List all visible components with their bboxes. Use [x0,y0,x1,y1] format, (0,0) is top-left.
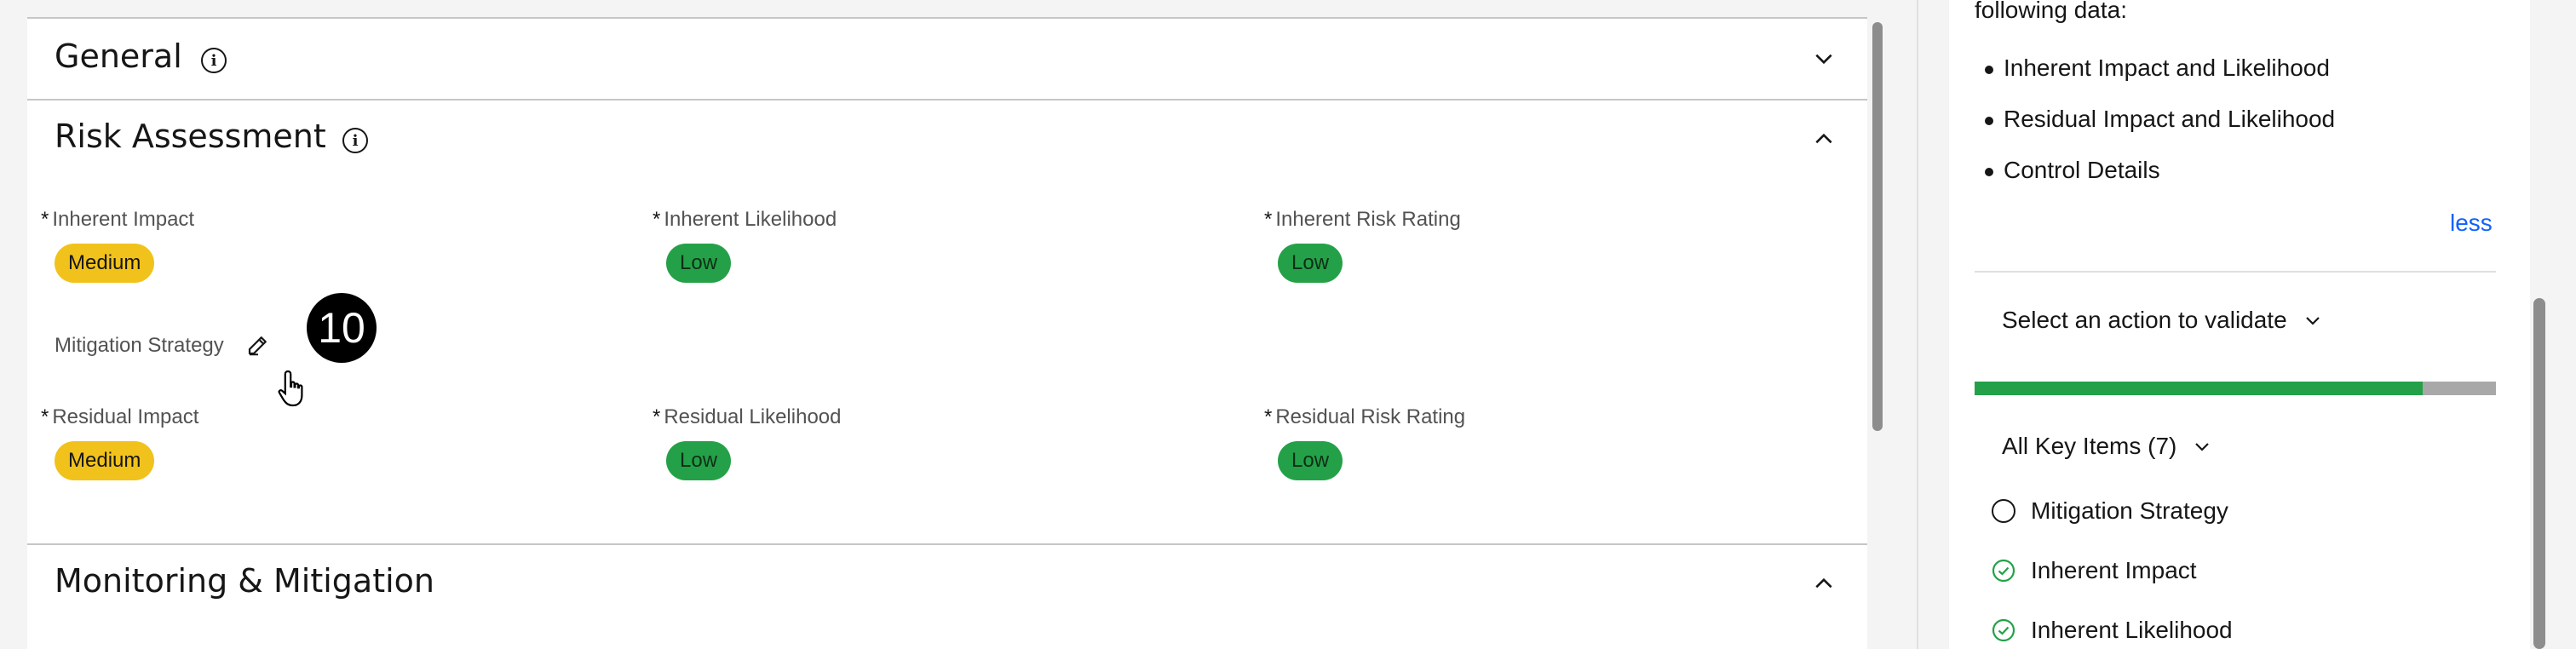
divider [1975,271,2496,273]
inherent-risk-rating-tag: Low [1278,244,1343,283]
key-item-mitigation-strategy[interactable]: Mitigation Strategy [1992,497,2228,525]
residual-likelihood-label: * Residual Likelihood [653,405,842,428]
residual-impact-label: * Residual Impact [41,405,199,428]
section-title-monitoring: Monitoring & Mitigation [55,562,434,600]
less-link[interactable]: less [2450,210,2493,237]
progress-bar [1975,382,2496,395]
residual-risk-rating-label: * Residual Risk Rating [1264,405,1466,428]
intro-text: following data: [1975,0,2128,23]
action-dropdown[interactable]: Select an action to validate [2002,307,2323,334]
residual-impact-tag: Medium [55,441,155,480]
inherent-likelihood-tag: Low [666,244,732,283]
section-general-header[interactable]: General i [27,19,1867,99]
residual-risk-rating-tag: Low [1278,441,1343,480]
key-item-label: Inherent Impact [2031,557,2197,583]
panel-scrollbar[interactable] [2530,0,2549,649]
inherent-risk-rating-label: * Inherent Risk Rating [1264,208,1461,231]
key-items-dropdown-label: All Key Items (7) [2002,433,2177,459]
section-title-general: General [55,37,182,75]
check-circle-icon [1992,559,2015,583]
chevron-up-icon[interactable] [1813,128,1835,150]
chevron-up-icon[interactable] [1813,572,1835,594]
validation-panel: following data: Inherent Impact and Like… [1949,0,2530,649]
section-title-risk: Risk Assessment [55,118,326,155]
key-items-dropdown[interactable]: All Key Items (7) [2002,433,2212,460]
check-circle-icon [1992,618,2015,642]
section-monitoring-header[interactable]: Monitoring & Mitigation [27,545,1867,625]
inherent-likelihood-label: * Inherent Likelihood [653,208,837,231]
incomplete-circle-icon [1992,499,2015,523]
action-dropdown-label: Select an action to validate [2002,307,2287,333]
progress-bar-fill [1975,382,2424,395]
main-panel: General i Risk Assessment i * Inherent Im… [27,17,1867,649]
info-icon[interactable]: i [201,48,227,73]
chevron-down-icon[interactable] [1813,48,1835,70]
chevron-down-icon [2195,443,2210,451]
bullet-item: Control Details [2004,157,2160,183]
info-icon[interactable]: i [342,128,368,153]
main-scrollbar-thumb[interactable] [1872,22,1883,431]
section-risk-header[interactable]: Risk Assessment i [27,101,1867,181]
inherent-impact-label: * Inherent Impact [41,208,195,231]
bullet-item: Residual Impact and Likelihood [2004,106,2336,132]
hand-cursor-icon [278,370,303,407]
chevron-down-icon [2305,317,2320,325]
inherent-impact-tag: Medium [55,244,155,283]
key-item-inherent-likelihood[interactable]: Inherent Likelihood [1992,617,2233,644]
key-item-label: Mitigation Strategy [2031,497,2228,524]
bullet-item: Inherent Impact and Likelihood [2004,55,2330,81]
mitigation-strategy-label: Mitigation Strategy [55,334,224,357]
key-item-inherent-impact[interactable]: Inherent Impact [1992,557,2197,584]
bullet [1985,66,1993,74]
bullet [1985,117,1993,125]
panel-scrollbar-thumb[interactable] [2533,298,2545,649]
key-item-label: Inherent Likelihood [2031,617,2233,643]
residual-likelihood-tag: Low [666,441,732,480]
panel-separator [1917,0,1918,649]
main-scrollbar[interactable] [1871,17,1884,649]
step-badge: 10 [307,293,377,363]
bullet [1985,168,1993,176]
edit-pencil-icon[interactable] [245,332,271,358]
